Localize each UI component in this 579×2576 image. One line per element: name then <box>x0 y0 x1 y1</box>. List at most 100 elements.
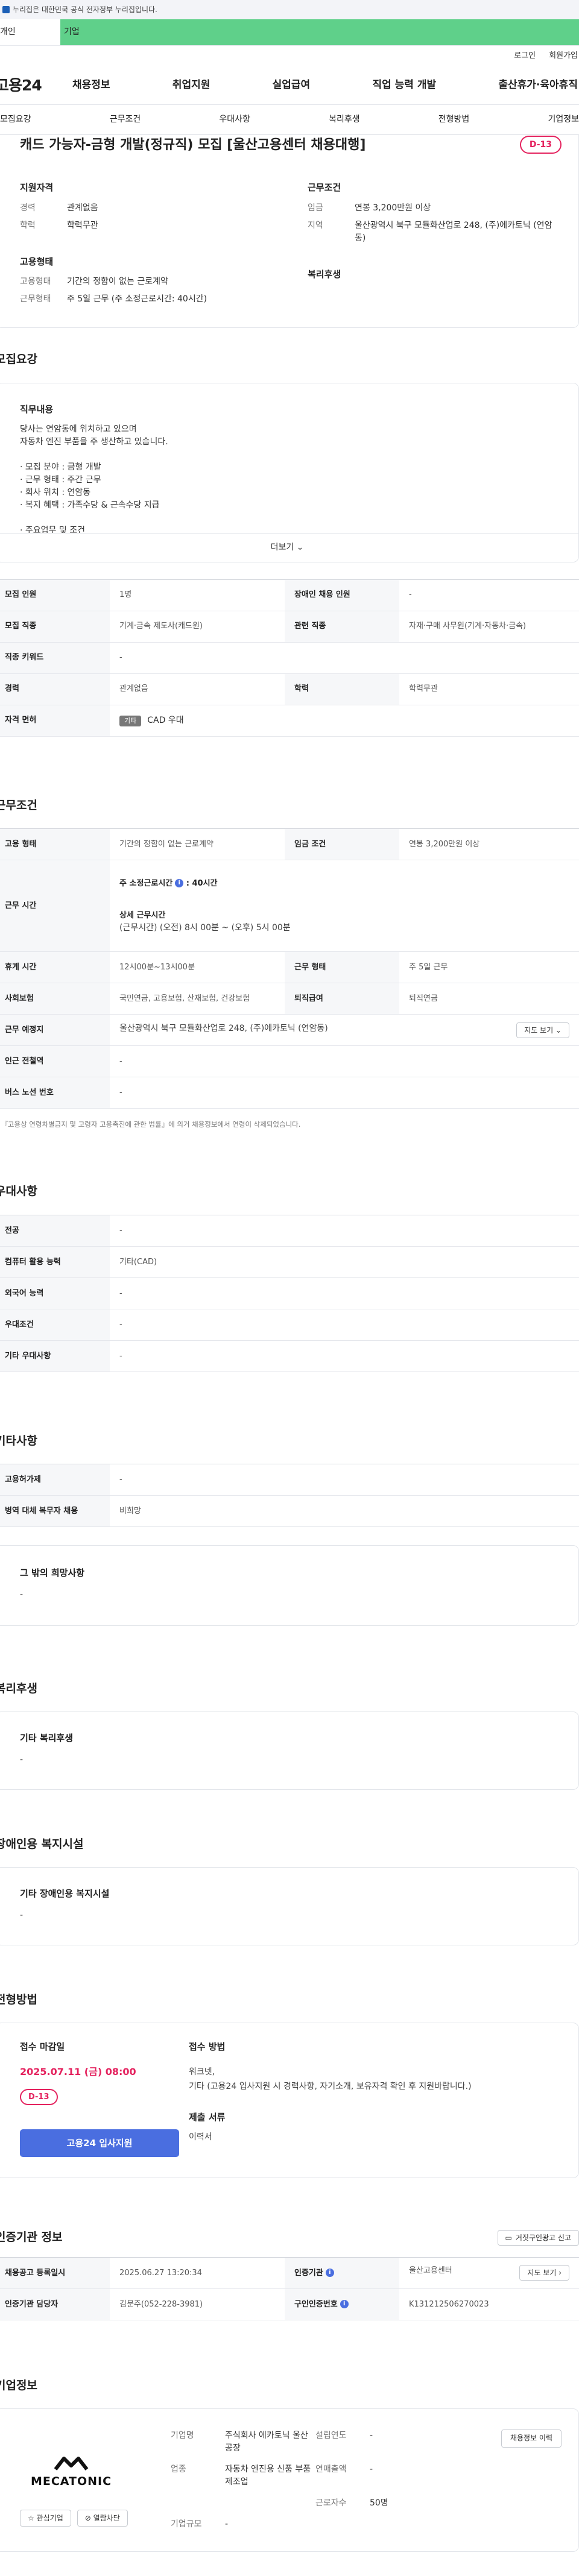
company-value: 50명 <box>370 2498 388 2508</box>
company-card: MECATONIC ☆ 관심기업 ⊘ 열람차단 기업명 주식회사 에카토닉 울산… <box>0 2408 579 2552</box>
other-wish-value: - <box>20 1589 24 1599</box>
table-key: 모집 직종 <box>0 611 110 643</box>
table-value: 자재·구매 사무원(기계·자동차·금속) <box>399 611 579 643</box>
company-heading: 기업정보 <box>0 2378 37 2392</box>
table-value: - <box>110 1277 579 1309</box>
benefit-box-value: - <box>20 1754 24 1765</box>
company-key: 업종 <box>171 2464 186 2475</box>
table-row: 근무 시간 주 소정근로시간 i : 40시간 상세 근무시간 (근무시간) (오… <box>0 860 579 952</box>
tab-company[interactable]: 기업정보 <box>548 113 579 126</box>
duty-line <box>20 512 554 524</box>
signup-link[interactable]: 회원가입 <box>549 50 578 62</box>
summary-value: 울산광역시 북구 모듈화산업로 248, (주)에카토닉 (연암동) <box>355 220 552 243</box>
job-summary-card: 캐드 가능자-금형 개발(정규직) 모집 [울산고용센터 채용대행] D-13 … <box>0 135 579 328</box>
company-value: - <box>370 2431 373 2441</box>
apply-button[interactable]: 고용24 입사지원 <box>20 2129 179 2158</box>
benefit-card: 기타 복리후생 - <box>0 1712 579 1790</box>
table-key: 기타 우대사항 <box>0 1340 110 1372</box>
benefit-heading: 복리후생 <box>0 1681 37 1695</box>
job-history-button[interactable]: 채용정보 이력 <box>501 2430 562 2448</box>
table-row: 채용공고 등록일시 2025.06.27 13:20:34 인증기관 i 울산고용… <box>0 2257 579 2289</box>
table-value: - <box>110 1340 579 1372</box>
tab-benefit[interactable]: 복리후생 <box>329 113 360 126</box>
map-button[interactable]: 지도 보기 › <box>519 2265 569 2281</box>
favorite-company-button[interactable]: ☆ 관심기업 <box>20 2509 71 2527</box>
work-table: 고용 형태 기간의 정함이 없는 근로계약 임금 조건 연봉 3,200만원 이… <box>0 828 579 1109</box>
welfare-heading: 복리후생 <box>308 268 341 280</box>
tab-process[interactable]: 전형방법 <box>438 113 470 126</box>
gnb-item[interactable]: 채용정보 <box>72 78 110 93</box>
table-value: - <box>110 1077 579 1109</box>
table-row: 고용 형태 기간의 정함이 없는 근로계약 임금 조건 연봉 3,200만원 이… <box>0 828 579 860</box>
process-heading: 전형방법 <box>0 1992 37 2006</box>
table-row: 직종 키워드 - <box>0 642 579 674</box>
table-value: 주 5일 근무 <box>399 951 579 983</box>
table-row: 병역 대체 복무자 채용 비희망 <box>0 1495 579 1528</box>
tab-recruit[interactable]: 모집요강 <box>0 113 31 126</box>
type-heading: 고용형태 <box>20 256 54 267</box>
scope-switch: 개인 기업 <box>0 19 579 46</box>
duty-line: 자동차 엔진 부품을 주 생산하고 있습니다. <box>20 437 168 447</box>
info-icon[interactable]: i <box>175 879 184 887</box>
table-row: 인증기관 담당자 김문주(052-228-3981) 구인인증번호 i K1312… <box>0 2288 579 2320</box>
summary-key: 학력 <box>20 220 36 230</box>
more-button[interactable]: 더보기 ⌄ <box>0 532 578 562</box>
report-label: 거짓구인광고 신고 <box>515 2233 571 2242</box>
dday-badge: D-13 <box>519 136 562 154</box>
company-key: 연매출액 <box>315 2464 347 2475</box>
disab-box-heading: 기타 장애인용 복지시설 <box>20 1888 110 1900</box>
table-value: 퇴직연금 <box>399 983 579 1015</box>
table-key: 외국어 능력 <box>0 1277 110 1309</box>
etc-heading: 기타사항 <box>0 1434 37 1447</box>
summary-value: 관계없음 <box>67 203 98 213</box>
table-key: 장애인 채용 인원 <box>285 579 399 611</box>
duty-line: · 주요업무 및 조건 <box>20 526 85 533</box>
deadline-value: 2025.07.11 (금) 08:00 <box>20 2065 136 2077</box>
summary-key: 지역 <box>308 220 323 230</box>
table-key: 인증기관 담당자 <box>0 2288 110 2320</box>
table-value: - <box>110 1045 579 1077</box>
gnb-item[interactable]: 직업 능력 개발 <box>372 78 436 93</box>
summary-value: 주 5일 근무 (주 소정근로시간: 40시간) <box>67 294 207 304</box>
method-heading: 접수 방법 <box>189 2041 226 2053</box>
table-value: 학력무관 <box>399 673 579 705</box>
company-key: 기업규모 <box>171 2519 202 2530</box>
disab-card: 기타 장애인용 복지시설 - <box>0 1867 579 1945</box>
table-value: 관계없음 <box>110 673 285 705</box>
report-button[interactable]: ▭ 거짓구인광고 신고 <box>497 2229 579 2246</box>
disab-box-value: - <box>20 1910 24 1920</box>
table-key: 컴퓨터 활용 능력 <box>0 1246 110 1278</box>
table-value: 기계·금속 제도사(캐드원) <box>110 611 285 643</box>
info-icon[interactable]: i <box>325 2269 334 2277</box>
agency-table: 채용공고 등록일시 2025.06.27 13:20:34 인증기관 i 울산고용… <box>0 2256 579 2320</box>
company-value: 자동차 엔진용 신품 부품 제조업 <box>225 2464 311 2487</box>
tab-pref[interactable]: 우대사항 <box>219 113 250 126</box>
table-key: 경력 <box>0 673 110 705</box>
table-value: 울산고용센터 <box>409 2266 452 2276</box>
login-link[interactable]: 로그인 <box>514 50 536 62</box>
table-key: 우대조건 <box>0 1309 110 1341</box>
block-company-button[interactable]: ⊘ 열람차단 <box>77 2509 128 2527</box>
tab-work[interactable]: 근무조건 <box>110 113 141 126</box>
scope-company[interactable]: 기업 <box>60 19 579 45</box>
duty-line: · 회사 위치 : 연암동 <box>20 488 91 497</box>
recruit-heading: 모집요강 <box>0 353 37 366</box>
gnb-item[interactable]: 실업급여 <box>273 78 311 93</box>
qual-heading: 지원자격 <box>20 182 54 193</box>
gnb-item[interactable]: 출산휴가·육아휴직 <box>498 78 578 93</box>
site-logo[interactable]: 고용24 <box>0 74 72 97</box>
section-tabs: 모집요강 근무조건 우대사항 복리후생 전형방법 기업정보 <box>0 105 579 135</box>
age-note: * 『고용상 연령차별금지 및 고령자 고용촉진에 관한 법률』에 의거 채용정… <box>0 1120 301 1129</box>
table-key: 인근 전철역 <box>0 1045 110 1077</box>
company-key: 기업명 <box>171 2431 194 2441</box>
benefit-box-heading: 기타 복리후생 <box>20 1733 74 1744</box>
scope-personal[interactable]: 개인 <box>0 19 60 45</box>
duty-heading: 직무내용 <box>20 403 54 415</box>
table-key: 직종 키워드 <box>0 642 110 674</box>
table-key: 채용공고 등록일시 <box>0 2257 110 2289</box>
gnb-item[interactable]: 취업지원 <box>172 78 210 93</box>
info-icon[interactable]: i <box>340 2300 349 2308</box>
table-row: 근무 예정지 울산광역시 북구 모듈화산업로 248, (주)에카토닉 (연암동… <box>0 1014 579 1046</box>
map-button[interactable]: 지도 보기 ⌄ <box>516 1022 569 1038</box>
table-value: - <box>110 1309 579 1341</box>
